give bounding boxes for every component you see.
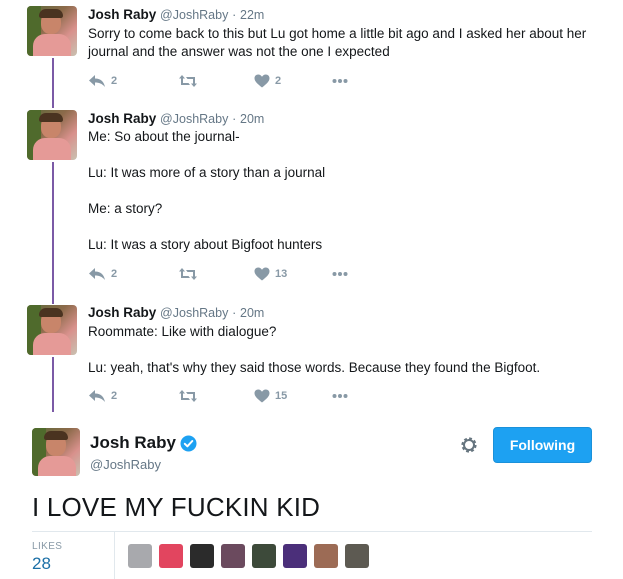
tweet-actions: 2 15 [88,388,348,404]
tweet-actions: 2 2 [88,73,348,89]
author-handle[interactable]: @JoshRaby [160,112,228,126]
heart-icon [254,389,270,403]
more-icon [332,79,348,83]
liker-avatar[interactable] [190,544,214,568]
reply-count: 2 [111,390,118,402]
more-icon [332,394,348,398]
tweet-paragraph: Roommate: Like with dialogue? [88,324,277,339]
thread-line-2 [52,162,54,304]
reply-button[interactable]: 2 [88,74,178,88]
liker-avatar[interactable] [283,544,307,568]
author-name[interactable]: Josh Raby [88,305,156,320]
liker-avatar[interactable] [159,544,183,568]
main-avatar[interactable] [32,428,80,476]
liker-avatars [128,544,376,568]
avatar[interactable] [27,6,77,56]
reply-count: 2 [111,75,118,87]
thread-line-1 [52,58,54,108]
reply-icon [89,75,105,87]
liker-avatar[interactable] [128,544,152,568]
like-button[interactable]: 15 [254,389,332,403]
reply-icon [89,390,105,402]
main-author-handle[interactable]: @JoshRaby [90,457,161,472]
main-author-name-text[interactable]: Josh Raby [90,433,176,453]
gear-icon[interactable] [459,435,479,455]
likes-label: LIKES [32,541,63,552]
separator: · [232,8,237,22]
retweet-icon [179,75,197,87]
heart-icon [254,267,270,281]
timestamp[interactable]: 22m [240,8,264,22]
likes-count[interactable]: 28 [32,554,51,574]
thread-line-3 [52,357,54,412]
like-count: 13 [275,268,288,280]
reply-button[interactable]: 2 [88,389,178,403]
liker-avatar[interactable] [221,544,245,568]
tweet-paragraph: Lu: It was more of a story than a journa… [88,165,326,180]
more-button[interactable] [332,393,348,399]
avatar[interactable] [27,110,77,160]
timestamp[interactable]: 20m [240,306,264,320]
like-count: 15 [275,390,288,402]
main-tweet-text: I LOVE MY FUCKIN KID [32,492,321,522]
following-button[interactable]: Following [493,427,592,463]
main-author-name[interactable]: Josh Raby [90,433,197,453]
heart-icon [254,74,270,88]
retweet-button[interactable] [178,267,254,281]
tweet-text: Sorry to come back to this but Lu got ho… [88,25,608,61]
retweet-button[interactable] [178,74,254,88]
tweet-paragraph: Sorry to come back to this but Lu got ho… [88,26,587,59]
reply-count: 2 [111,268,118,280]
like-button[interactable]: 2 [254,74,332,88]
verified-icon [180,435,197,451]
retweet-button[interactable] [178,389,254,403]
more-button[interactable] [332,271,348,277]
like-count: 2 [275,75,282,87]
tweet-paragraph: Me: So about the journal- [88,129,240,144]
liker-avatar[interactable] [314,544,338,568]
separator: · [232,112,237,126]
author-handle[interactable]: @JoshRaby [160,8,228,22]
separator: · [232,306,237,320]
more-button[interactable] [332,78,348,84]
reply-icon [89,268,105,280]
reply-button[interactable]: 2 [88,267,178,281]
author-handle[interactable]: @JoshRaby [160,306,228,320]
like-button[interactable]: 13 [254,267,332,281]
retweet-icon [179,390,197,402]
timestamp[interactable]: 20m [240,112,264,126]
tweet-text: Me: So about the journal- Lu: It was mor… [88,128,608,254]
tweet-actions: 2 13 [88,266,348,282]
author-name[interactable]: Josh Raby [88,111,156,126]
liker-avatar[interactable] [252,544,276,568]
tweet-stats: LIKES 28 [32,531,592,579]
tweet-paragraph: Lu: yeah, that's why they said those wor… [88,360,541,375]
tweet-text: Roommate: Like with dialogue? Lu: yeah, … [88,323,608,377]
more-icon [332,272,348,276]
tweet-paragraph: Lu: It was a story about Bigfoot hunters [88,237,323,252]
liker-avatar[interactable] [345,544,369,568]
author-name[interactable]: Josh Raby [88,7,156,22]
retweet-icon [179,268,197,280]
stats-divider [114,532,115,579]
tweet-paragraph: Me: a story? [88,201,163,216]
avatar[interactable] [27,305,77,355]
